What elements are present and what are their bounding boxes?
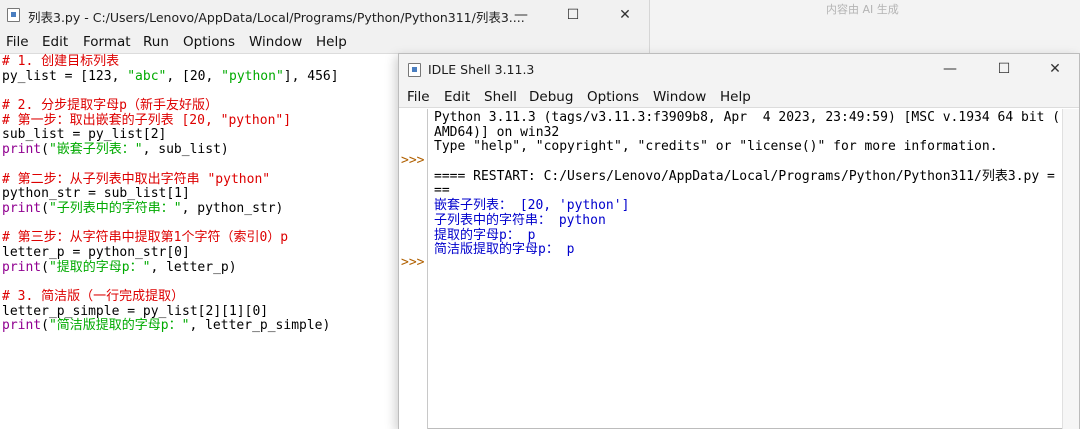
menu-help[interactable]: Help xyxy=(316,34,347,50)
code-token: , sub_list) xyxy=(142,142,229,158)
shell-menubar: File Edit Shell Debug Options Window Hel… xyxy=(399,86,1079,108)
menu-shell[interactable]: Shell xyxy=(484,89,517,105)
code-comment: # 第二步：从子列表中取出字符串 "python" xyxy=(2,171,271,187)
code-token: sub_list = py_list[2] xyxy=(2,127,167,143)
shell-title: IDLE Shell 3.11.3 xyxy=(428,62,535,77)
shell-line: Python 3.11.3 (tags/v3.11.3:f3909b8, Apr… xyxy=(434,110,1061,125)
menu-edit[interactable]: Edit xyxy=(444,89,470,105)
code-comment: # 3. 简洁版（一行完成提取） xyxy=(2,289,185,304)
editor-titlebar[interactable]: 列表3.py - C:/Users/Lenovo/AppData/Local/P… xyxy=(0,0,649,31)
shell-output[interactable]: Python 3.11.3 (tags/v3.11.3:f3909b8, Apr… xyxy=(434,110,1062,258)
code-string: "简洁版提取的字母p：" xyxy=(48,318,190,334)
shell-output-line: 提取的字母p： p xyxy=(434,227,536,243)
code-token: , letter_p_simple) xyxy=(189,318,331,334)
code-token: ( xyxy=(41,142,49,158)
menu-file[interactable]: File xyxy=(6,34,29,50)
python-file-icon xyxy=(7,8,20,22)
close-button[interactable]: ✕ xyxy=(1040,58,1070,80)
vertical-scrollbar[interactable] xyxy=(1062,109,1079,429)
menu-window[interactable]: Window xyxy=(249,34,302,50)
minimize-button[interactable]: — xyxy=(935,58,965,80)
maximize-button[interactable]: ☐ xyxy=(989,58,1019,80)
code-comment: # 1. 创建目标列表 xyxy=(2,54,120,69)
code-string: "abc" xyxy=(127,68,167,84)
code-token: , [20, xyxy=(166,68,222,84)
close-button[interactable]: ✕ xyxy=(610,4,640,26)
shell-line: Type "help", "copyright", "credits" or "… xyxy=(434,139,998,155)
ai-generated-label: 内容由 AI 生成 xyxy=(826,3,899,16)
code-comment: # 第一步：取出嵌套的子列表 [20, "python"] xyxy=(2,112,292,128)
shell-prompt: >>> xyxy=(401,153,425,168)
menu-edit[interactable]: Edit xyxy=(42,34,68,50)
code-token: letter_p_simple = py_list[2][1][0] xyxy=(2,303,269,319)
background-window: 内容由 AI 生成 xyxy=(650,0,1080,56)
shell-line: AMD64)] on win32 xyxy=(434,124,560,140)
code-comment: # 2. 分步提取字母p（新手友好版） xyxy=(2,98,218,114)
code-keyword: print xyxy=(2,200,42,216)
minimize-button[interactable]: — xyxy=(506,4,536,26)
code-token: ], 456] xyxy=(283,68,339,84)
code-token: py_list = [123, xyxy=(2,68,128,84)
code-token: ( xyxy=(41,200,49,216)
shell-output-line: 子列表中的字符串： python xyxy=(434,212,606,228)
code-keyword: print xyxy=(2,259,42,275)
code-token: letter_p = python_str[0] xyxy=(2,244,190,260)
code-token: , python_str) xyxy=(181,200,284,216)
shell-window: IDLE Shell 3.11.3 — ☐ ✕ File Edit Shell … xyxy=(398,53,1080,429)
menu-run[interactable]: Run xyxy=(143,34,169,50)
code-comment: # 第三步：从字符串中提取第1个字符（索引0）p xyxy=(2,230,289,246)
code-string: "python" xyxy=(221,68,284,84)
shell-titlebar[interactable]: IDLE Shell 3.11.3 — ☐ ✕ xyxy=(399,54,1079,86)
maximize-button[interactable]: ☐ xyxy=(558,4,588,26)
menu-format[interactable]: Format xyxy=(83,34,131,50)
code-string: "子列表中的字符串：" xyxy=(48,200,182,216)
menu-options[interactable]: Options xyxy=(183,34,235,50)
menu-debug[interactable]: Debug xyxy=(529,89,573,105)
shell-output-line: 嵌套子列表： [20, 'python'] xyxy=(434,198,630,214)
code-token: ( xyxy=(41,318,49,334)
editor-title: 列表3.py - C:/Users/Lenovo/AppData/Local/P… xyxy=(28,10,525,25)
menu-file[interactable]: File xyxy=(407,89,430,105)
code-token: ( xyxy=(41,259,49,275)
code-keyword: print xyxy=(2,318,42,334)
shell-line: ==== RESTART: C:/Users/Lenovo/AppData/Lo… xyxy=(434,168,1055,184)
editor-menubar: File Edit Format Run Options Window Help xyxy=(0,31,649,54)
code-string: "嵌套子列表：" xyxy=(48,142,143,158)
shell-line: == xyxy=(434,183,450,199)
code-string: "提取的字母p：" xyxy=(48,259,151,275)
code-keyword: print xyxy=(2,142,42,158)
code-token: , letter_p) xyxy=(150,259,237,275)
menu-help[interactable]: Help xyxy=(720,89,751,105)
shell-output-line: 简洁版提取的字母p： p xyxy=(434,242,575,258)
idle-shell-icon xyxy=(408,63,421,77)
menu-options[interactable]: Options xyxy=(587,89,639,105)
shell-prompt: >>> xyxy=(401,255,425,270)
code-token: python_str = sub_list[1] xyxy=(2,186,190,202)
menu-window[interactable]: Window xyxy=(653,89,706,105)
prompt-gutter: >>> >>> xyxy=(399,109,428,429)
